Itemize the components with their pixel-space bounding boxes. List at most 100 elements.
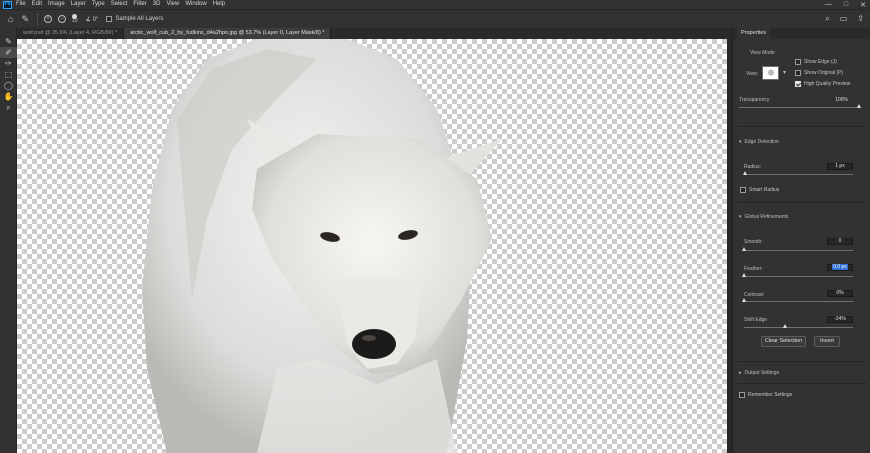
feather-value: 0.0 px bbox=[832, 264, 848, 270]
divider bbox=[737, 361, 867, 362]
view-mode-heading: View Mode bbox=[750, 50, 775, 56]
chevron-right-icon: ▸ bbox=[739, 370, 742, 376]
maximize-button[interactable]: □ bbox=[844, 1, 848, 8]
menu-help[interactable]: Help bbox=[213, 0, 225, 9]
refine-edge-brush-icon[interactable]: ✑ bbox=[0, 58, 17, 69]
radius-slider-thumb[interactable] bbox=[742, 171, 747, 175]
show-edge-checkbox[interactable] bbox=[795, 59, 801, 65]
show-original-label: Show Original (P) bbox=[804, 70, 844, 76]
view-mode-dropdown[interactable] bbox=[762, 66, 786, 80]
hand-tool-icon[interactable]: ✋ bbox=[0, 91, 17, 102]
contrast-field[interactable]: 0% bbox=[827, 290, 853, 297]
shift-edge-slider-track[interactable] bbox=[744, 327, 853, 328]
shift-edge-field[interactable]: -24% bbox=[827, 316, 853, 323]
feather-label: Feather: bbox=[744, 266, 763, 272]
transparency-slider-thumb[interactable] bbox=[856, 104, 861, 108]
wolf-image bbox=[142, 39, 502, 453]
lasso-tool-icon[interactable]: ◯ bbox=[0, 80, 17, 91]
menu-bar: Ps File Edit Image Layer Type Select Fil… bbox=[0, 0, 870, 9]
tab-properties[interactable]: Properties bbox=[737, 28, 771, 39]
sample-all-layers-checkbox[interactable] bbox=[106, 16, 113, 22]
canvas-area[interactable] bbox=[17, 39, 732, 453]
brush-tool-icon[interactable]: ✎ bbox=[21, 14, 29, 25]
smooth-label: Smooth: bbox=[744, 239, 763, 245]
workspace-icon[interactable]: ▭ bbox=[840, 14, 848, 24]
shift-edge-label: Shift Edge bbox=[744, 317, 768, 323]
smooth-value: 0 bbox=[838, 238, 842, 244]
angle-icon: ∡ bbox=[85, 16, 93, 23]
minimize-button[interactable]: — bbox=[825, 1, 832, 8]
separator bbox=[36, 12, 38, 26]
brush-tool-icon[interactable]: ✎ bbox=[0, 36, 17, 47]
feather-slider-track[interactable] bbox=[744, 276, 853, 277]
output-settings-section[interactable]: ▸ Output Settings bbox=[739, 370, 779, 376]
remember-settings-checkbox[interactable] bbox=[739, 392, 745, 398]
smooth-field[interactable]: 0 bbox=[827, 238, 853, 245]
contrast-slider-thumb[interactable] bbox=[741, 298, 746, 302]
global-refinements-section[interactable]: ▾ Global Refinements bbox=[739, 214, 788, 220]
high-quality-preview-option[interactable]: High Quality Preview bbox=[795, 81, 850, 87]
high-quality-preview-label: High Quality Preview bbox=[804, 81, 851, 87]
feather-slider-thumb[interactable] bbox=[741, 273, 746, 277]
invert-button[interactable]: Invert bbox=[814, 336, 840, 347]
menu-file[interactable]: File bbox=[16, 0, 26, 9]
brush-size-picker[interactable]: 10 bbox=[72, 14, 78, 24]
smart-radius-label: Smart Radius bbox=[749, 187, 780, 193]
menu-image[interactable]: Image bbox=[48, 0, 65, 9]
radius-field[interactable]: 1 px bbox=[827, 163, 853, 170]
clear-selection-button[interactable]: Clear Selection bbox=[761, 336, 806, 347]
transparency-slider-track[interactable] bbox=[739, 107, 859, 108]
angle-field[interactable]: ∡ 0° bbox=[86, 16, 99, 23]
menu-type[interactable]: Type bbox=[92, 0, 105, 9]
feather-field[interactable]: 0.0 px bbox=[827, 264, 853, 271]
zoom-tool-icon[interactable]: ⌕ bbox=[0, 102, 17, 113]
menu-filter[interactable]: Filter bbox=[133, 0, 146, 9]
output-settings-heading: Output Settings bbox=[744, 370, 779, 376]
brush-size-value: 10 bbox=[71, 18, 78, 24]
smooth-slider-thumb[interactable] bbox=[741, 247, 746, 251]
tab-wolf-psd[interactable]: wolf.psd @ 25.6% (Layer 4, RGB/8#) * bbox=[17, 28, 125, 39]
divider bbox=[737, 383, 867, 384]
share-icon[interactable]: ⇪ bbox=[857, 14, 864, 24]
remember-settings-option[interactable]: Remember Settings bbox=[739, 392, 792, 398]
angle-value: 0° bbox=[92, 16, 99, 23]
transparency-label: Transparency bbox=[739, 97, 770, 103]
quick-selection-tool-icon[interactable]: ✐ bbox=[0, 47, 17, 58]
contrast-slider-track[interactable] bbox=[744, 301, 853, 302]
radius-slider-track[interactable] bbox=[744, 174, 853, 175]
edge-detection-heading: Edge Detection bbox=[744, 139, 779, 145]
sample-all-layers-option[interactable]: Sample All Layers bbox=[106, 16, 163, 22]
menu-select[interactable]: Select bbox=[111, 0, 128, 9]
options-bar: ⌂ ✎ + − 10 ∡ 0° Sample All Layers ⌕ ▭ ⇪ bbox=[0, 9, 870, 28]
show-original-checkbox[interactable] bbox=[795, 70, 801, 76]
show-edge-option[interactable]: Show Edge (J) bbox=[795, 59, 837, 65]
tab-arctic-wolf-jpg[interactable]: arctic_wolf_cub_2_by_fudkins_d4a2hpo.jpg… bbox=[124, 28, 332, 39]
brush-add-mode-icon[interactable]: + bbox=[43, 15, 52, 23]
brush-subtract-mode-icon[interactable]: − bbox=[57, 15, 66, 23]
tools-panel: ✎ ✐ ✑ ⬚ ◯ ✋ ⌕ bbox=[0, 28, 17, 453]
menu-view[interactable]: View bbox=[166, 0, 179, 9]
close-button[interactable]: ✕ bbox=[860, 1, 866, 9]
smooth-slider-track[interactable] bbox=[744, 250, 853, 251]
contrast-value: 0% bbox=[836, 290, 844, 296]
smart-radius-option[interactable]: Smart Radius bbox=[740, 187, 779, 193]
menu-layer[interactable]: Layer bbox=[71, 0, 86, 9]
divider bbox=[737, 126, 867, 127]
object-selection-tool-icon[interactable]: ⬚ bbox=[0, 69, 17, 80]
transparency-checkerboard[interactable] bbox=[17, 39, 727, 453]
menu-3d[interactable]: 3D bbox=[153, 0, 161, 9]
high-quality-preview-checkbox[interactable] bbox=[795, 81, 801, 87]
edge-detection-section[interactable]: ▾ Edge Detection bbox=[739, 139, 779, 145]
home-icon[interactable]: ⌂ bbox=[8, 14, 13, 24]
global-refinements-heading: Global Refinements bbox=[744, 214, 789, 220]
transparency-value[interactable]: 100% bbox=[835, 97, 848, 103]
properties-tab-bar: Properties bbox=[733, 28, 870, 39]
menu-window[interactable]: Window bbox=[185, 0, 206, 9]
menu-edit[interactable]: Edit bbox=[32, 0, 42, 9]
search-icon[interactable]: ⌕ bbox=[825, 14, 829, 24]
shift-edge-value: -24% bbox=[834, 316, 846, 322]
show-original-option[interactable]: Show Original (P) bbox=[795, 70, 843, 76]
smart-radius-checkbox[interactable] bbox=[740, 187, 746, 193]
photoshop-logo: Ps bbox=[3, 0, 12, 9]
shift-edge-slider-thumb[interactable] bbox=[782, 324, 787, 328]
